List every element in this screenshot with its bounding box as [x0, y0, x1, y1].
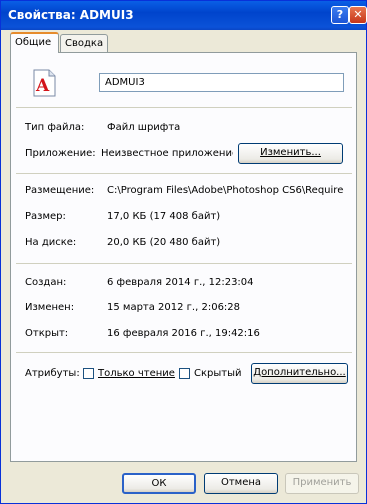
font-file-icon: A — [33, 69, 56, 97]
separator — [16, 173, 352, 174]
attributes-label: Атрибуты: — [25, 368, 80, 379]
readonly-label[interactable]: Только чтение — [98, 368, 175, 379]
app-label: Приложение: — [25, 148, 96, 159]
advanced-button[interactable]: Дополнительно... — [251, 363, 348, 384]
change-button[interactable]: Изменить... — [238, 143, 343, 164]
separator — [16, 263, 352, 264]
disk-size-value: 20,0 КБ (20 480 байт) — [107, 237, 221, 248]
hidden-checkbox[interactable] — [179, 368, 190, 379]
app-value: Неизвестное приложение — [101, 148, 233, 159]
created-value: 6 февраля 2014 г., 12:23:04 — [107, 277, 254, 288]
apply-button[interactable]: Применить — [285, 473, 359, 494]
readonly-label-text: Только чтение — [98, 368, 175, 379]
location-value: C:\Program Files\Adobe\Photoshop CS6\Req… — [107, 185, 344, 196]
modified-label: Изменен: — [25, 302, 75, 313]
properties-window: Свойства: ADMUI3 ? ✕ Общие Сводка A ADMU… — [0, 0, 367, 504]
size-label: Размер: — [25, 211, 66, 222]
title-bar[interactable]: Свойства: ADMUI3 ? ✕ — [1, 1, 367, 30]
advanced-button-label: Дополнительно... — [253, 367, 346, 378]
size-value: 17,0 КБ (17 408 байт) — [107, 211, 221, 222]
modified-value: 15 марта 2012 г., 2:06:28 — [107, 302, 241, 313]
tab-summary[interactable]: Сводка — [60, 34, 108, 52]
general-panel: A ADMUI3 Тип файла: Файл шрифта Приложен… — [10, 52, 357, 462]
opened-value: 16 февраля 2016 г., 19:42:16 — [107, 328, 260, 339]
svg-text:A: A — [35, 76, 50, 96]
readonly-checkbox[interactable] — [83, 368, 94, 379]
opened-label: Открыт: — [25, 328, 69, 339]
tab-general[interactable]: Общие — [10, 32, 59, 53]
file-type-value: Файл шрифта — [107, 122, 181, 133]
file-name-input[interactable]: ADMUI3 — [99, 73, 344, 92]
location-label: Размещение: — [25, 185, 95, 196]
hidden-label[interactable]: Скрытый — [194, 368, 242, 379]
separator — [16, 107, 352, 108]
created-label: Создан: — [25, 277, 67, 288]
window-title: Свойства: ADMUI3 — [8, 8, 134, 22]
separator — [16, 352, 352, 353]
close-button[interactable]: ✕ — [349, 6, 367, 24]
change-button-label: Изменить... — [260, 147, 321, 158]
help-button[interactable]: ? — [331, 6, 349, 24]
cancel-button[interactable]: Отмена — [204, 473, 278, 494]
ok-button[interactable]: ОК — [122, 473, 196, 494]
disk-size-label: На диске: — [25, 237, 77, 248]
file-type-label: Тип файла: — [25, 122, 85, 133]
